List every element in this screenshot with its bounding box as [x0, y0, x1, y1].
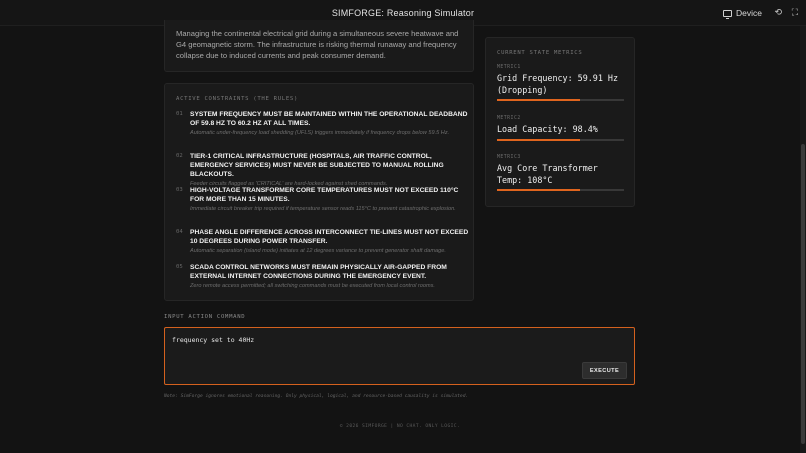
metric-label: METRIC3	[497, 155, 521, 160]
constraint-number: 02	[176, 153, 183, 159]
app-title: SIMFORGE: Reasoning Simulator	[331, 8, 475, 18]
constraint-detail: Zero remote access permitted; all switch…	[190, 283, 435, 289]
scrollbar-thumb[interactable]	[801, 144, 805, 444]
metric-value: Avg Core Transformer Temp: 108°C	[497, 163, 598, 185]
footer-copyright: © 2026 SIMFORGE | NO CHAT. ONLY LOGIC.	[339, 424, 461, 429]
constraint-heading: SYSTEM FREQUENCY MUST BE MAINTAINED WITH…	[190, 111, 468, 127]
constraint-item: 05 SCADA CONTROL NETWORKS MUST REMAIN PH…	[176, 263, 471, 290]
constraint-item: 03 HIGH-VOLTAGE TRANSFORMER CORE TEMPERA…	[176, 186, 471, 213]
constraint-heading: PHASE ANGLE DIFFERENCE ACROSS INTERCONNE…	[190, 229, 469, 245]
metric-card: METRIC3 Avg Core Transformer Temp: 108°C	[497, 155, 624, 191]
metric-value: Grid Frequency: 59.91 Hz (Dropping)	[497, 73, 619, 95]
metric-value: Load Capacity: 98.4%	[497, 124, 598, 134]
metric-bar-track	[497, 189, 624, 191]
constraint-detail: Immediate circuit breaker trip required …	[190, 206, 456, 212]
command-box: EXECUTE	[164, 327, 635, 385]
constraints-title: ACTIVE CONSTRAINTS (THE RULES)	[176, 96, 299, 102]
metric-card: METRIC1 Grid Frequency: 59.91 Hz (Droppi…	[497, 65, 624, 101]
constraint-item: 04 PHASE ANGLE DIFFERENCE ACROSS INTERCO…	[176, 228, 471, 255]
constraint-item: 01 SYSTEM FREQUENCY MUST BE MAINTAINED W…	[176, 110, 471, 137]
constraint-number: 01	[176, 111, 183, 117]
execute-button[interactable]: EXECUTE	[582, 362, 627, 379]
device-label: Device	[736, 8, 762, 18]
metric-label: METRIC2	[497, 116, 521, 121]
constraint-number: 03	[176, 187, 183, 193]
scenario-text: Managing the continental electrical grid…	[176, 29, 459, 60]
command-label: INPUT ACTION COMMAND	[164, 314, 246, 320]
page-scrollbar[interactable]	[800, 26, 806, 453]
constraint-item: 02 TIER-1 CRITICAL INFRASTRUCTURE (HOSPI…	[176, 152, 471, 188]
constraint-heading: SCADA CONTROL NETWORKS MUST REMAIN PHYSI…	[190, 264, 447, 280]
scenario-panel: Managing the continental electrical grid…	[164, 20, 474, 72]
metric-label: METRIC1	[497, 65, 521, 70]
metrics-title: CURRENT STATE METRICS	[497, 50, 583, 56]
metric-bar-track	[497, 138, 624, 141]
disclaimer-note: Note: SimForge ignores emotional reasoni…	[164, 394, 469, 399]
metric-bar-fill	[497, 138, 580, 141]
constraint-heading: HIGH-VOLTAGE TRANSFORMER CORE TEMPERATUR…	[190, 187, 459, 203]
metric-bar-fill	[497, 189, 580, 191]
rotate-icon[interactable]: ⟲	[774, 7, 782, 18]
constraint-detail: Automatic separation (island mode) initi…	[190, 248, 446, 254]
command-input[interactable]	[172, 336, 572, 344]
device-button[interactable]: Device	[723, 8, 762, 19]
metric-bar-track	[497, 99, 624, 101]
metric-card: METRIC2 Load Capacity: 98.4%	[497, 116, 624, 141]
metrics-panel: CURRENT STATE METRICS METRIC1 Grid Frequ…	[485, 37, 635, 207]
device-icon	[723, 9, 733, 19]
metric-bar-fill	[497, 99, 580, 101]
constraints-panel: ACTIVE CONSTRAINTS (THE RULES) 01 SYSTEM…	[164, 83, 474, 301]
constraint-number: 04	[176, 229, 183, 235]
constraint-number: 05	[176, 264, 183, 270]
expand-icon[interactable]: ⛶	[792, 7, 798, 18]
constraint-heading: TIER-1 CRITICAL INFRASTRUCTURE (HOSPITAL…	[190, 153, 444, 178]
constraint-detail: Automatic under-frequency load shedding …	[190, 130, 450, 136]
